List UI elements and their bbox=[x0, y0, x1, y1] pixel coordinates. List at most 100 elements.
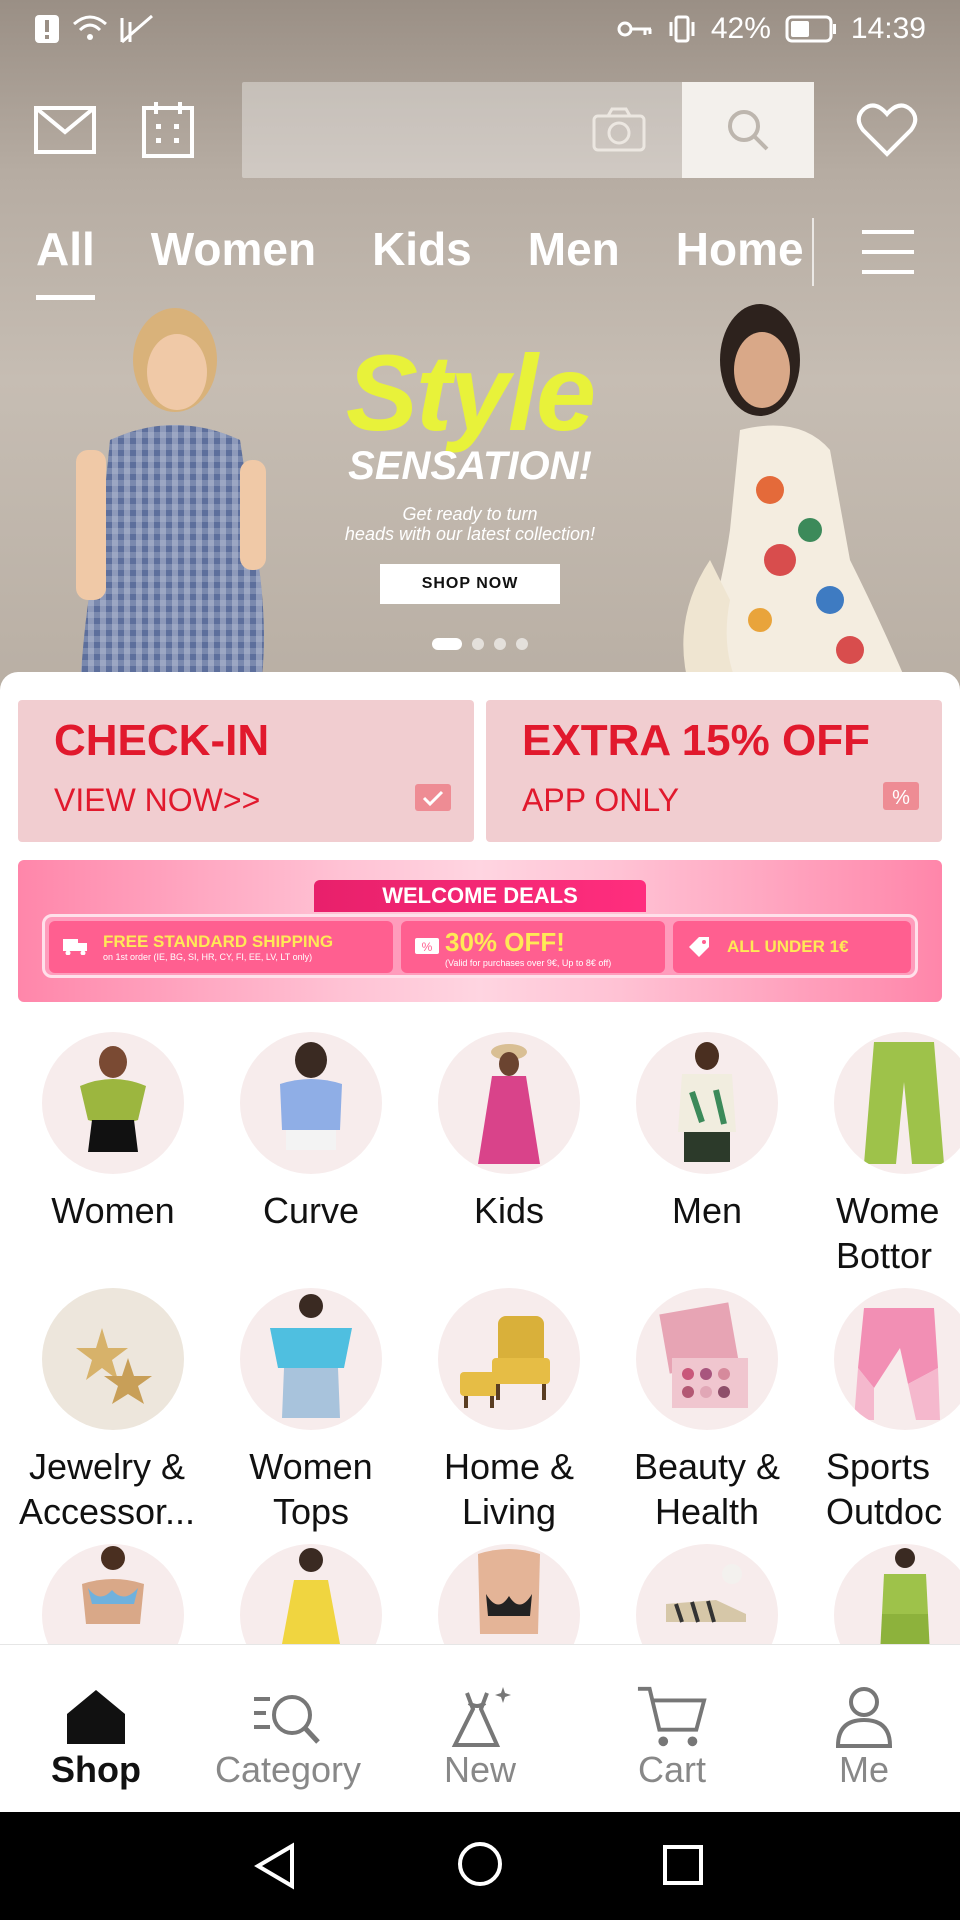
nav-label: Category bbox=[214, 1749, 362, 1790]
banner-model-right bbox=[683, 304, 910, 690]
nav-category[interactable]: Category bbox=[192, 1645, 384, 1813]
tab-home[interactable]: Home bbox=[676, 222, 806, 292]
category-label: Wome Bottor bbox=[836, 1190, 940, 1276]
camera-icon bbox=[592, 107, 646, 152]
category-image bbox=[636, 1544, 778, 1644]
category-image bbox=[42, 1288, 184, 1430]
clock: 14:39 bbox=[850, 12, 926, 45]
truck-icon bbox=[63, 939, 87, 955]
check-in-calendar-button[interactable] bbox=[142, 100, 194, 158]
category-image bbox=[438, 1288, 580, 1430]
category-image bbox=[240, 1544, 382, 1644]
messages-button[interactable] bbox=[34, 106, 96, 154]
check-in-card[interactable]: CHECK-IN VIEW NOW>> bbox=[18, 700, 474, 842]
wishlist-button[interactable] bbox=[856, 102, 918, 158]
nav-cart[interactable]: Cart bbox=[576, 1645, 768, 1813]
system-home-button[interactable] bbox=[456, 1840, 504, 1893]
system-navigation-bar bbox=[0, 1812, 960, 1920]
deal-note: on 1st order (IE, BG, SI, HR, CY, FI, EE… bbox=[103, 952, 313, 962]
category-image bbox=[240, 1032, 382, 1174]
back-triangle-icon bbox=[254, 1842, 294, 1890]
deal-title: FREE STANDARD SHIPPING bbox=[103, 932, 334, 951]
tab-women[interactable]: Women bbox=[151, 222, 316, 292]
welcome-deals-banner[interactable]: WELCOME DEALS FREE STANDARD SHIPPING on … bbox=[18, 860, 942, 1002]
calendar-check-icon bbox=[415, 784, 451, 811]
carousel-indicator bbox=[432, 638, 528, 650]
nav-shop[interactable]: Shop bbox=[0, 1645, 192, 1813]
category-image bbox=[636, 1288, 778, 1430]
bottom-navigation: Shop Category New Cart Me bbox=[0, 1644, 960, 1812]
cart-icon bbox=[637, 1686, 707, 1747]
welcome-deals-title: WELCOME DEALS bbox=[314, 880, 646, 912]
nav-label: New bbox=[443, 1749, 517, 1790]
system-back-button[interactable] bbox=[252, 1842, 296, 1895]
home-circle-icon bbox=[458, 1842, 502, 1886]
tabs-divider bbox=[812, 218, 814, 286]
banner-tagline-line-1: Get ready to turn bbox=[402, 504, 538, 524]
category-label: Kids bbox=[473, 1190, 545, 1231]
category-search-icon bbox=[254, 1695, 320, 1744]
nav-me[interactable]: Me bbox=[768, 1645, 960, 1813]
system-recents-button[interactable] bbox=[662, 1844, 704, 1891]
category-image bbox=[438, 1544, 580, 1644]
category-image bbox=[438, 1032, 580, 1174]
deal-title: 30% OFF! bbox=[445, 926, 565, 957]
banner-tagline: Get ready to turn heads with our latest … bbox=[300, 504, 640, 544]
tab-men[interactable]: Men bbox=[528, 222, 620, 292]
carousel-dot bbox=[472, 638, 484, 650]
welcome-deals-row: FREE STANDARD SHIPPING on 1st order (IE,… bbox=[42, 914, 918, 978]
carousel-dot bbox=[432, 638, 462, 650]
svg-text:%: % bbox=[892, 787, 910, 809]
category-label: Women Tops bbox=[249, 1446, 373, 1532]
category-image bbox=[42, 1544, 184, 1644]
category-image bbox=[42, 1032, 184, 1174]
tab-all[interactable]: All bbox=[36, 222, 95, 300]
vibrate-icon bbox=[669, 15, 695, 43]
signal-icon bbox=[120, 14, 153, 44]
home-content: CHECK-IN VIEW NOW>> EXTRA 15% OFF APP ON… bbox=[0, 672, 960, 1644]
extra-discount-title: EXTRA 15% OFF bbox=[522, 716, 870, 765]
percent-tag-icon: % bbox=[883, 782, 919, 810]
category-label: Jewelry & Accessor... bbox=[18, 1446, 196, 1532]
category-label: Beauty & Health bbox=[633, 1446, 781, 1532]
nav-label: Cart bbox=[637, 1749, 706, 1790]
hero-banner[interactable]: 42% 14:39 All Women Kids Men Home Style … bbox=[0, 0, 960, 690]
deal-30-off[interactable]: % 30% OFF! (Valid for purchases over 9€,… bbox=[401, 921, 665, 973]
image-search-button[interactable] bbox=[592, 106, 646, 157]
calendar-icon bbox=[142, 102, 194, 158]
category-label: Home & Living bbox=[443, 1446, 575, 1532]
nav-label: Me bbox=[838, 1749, 889, 1790]
mail-icon bbox=[34, 106, 96, 154]
nav-label: Shop bbox=[51, 1749, 141, 1790]
shop-now-button[interactable]: SHOP NOW bbox=[380, 564, 560, 604]
person-icon bbox=[835, 1687, 893, 1748]
menu-icon bbox=[862, 230, 914, 274]
nav-new[interactable]: New bbox=[384, 1645, 576, 1813]
search-bar[interactable] bbox=[242, 82, 814, 178]
extra-discount-card[interactable]: EXTRA 15% OFF APP ONLY % bbox=[486, 700, 942, 842]
deal-free-shipping[interactable]: FREE STANDARD SHIPPING on 1st order (IE,… bbox=[49, 921, 393, 973]
deal-title: ALL UNDER 1€ bbox=[727, 937, 849, 956]
all-channels-menu-button[interactable] bbox=[860, 228, 916, 281]
deal-note: (Valid for purchases over 9€, Up to 8€ o… bbox=[445, 957, 612, 968]
category-label: Women bbox=[51, 1190, 175, 1231]
recents-square-icon bbox=[663, 1845, 703, 1885]
search-button[interactable] bbox=[682, 82, 814, 178]
search-icon bbox=[728, 110, 769, 151]
price-tag-icon bbox=[689, 937, 709, 957]
category-label: Curve bbox=[262, 1190, 360, 1231]
dress-sparkle-icon bbox=[451, 1687, 511, 1747]
deal-under-1[interactable]: ALL UNDER 1€ bbox=[673, 921, 911, 973]
heart-icon bbox=[856, 103, 918, 157]
battery-icon bbox=[785, 15, 836, 43]
category-image bbox=[834, 1544, 960, 1644]
carousel-dot bbox=[516, 638, 528, 650]
category-label: Sports Outdoc bbox=[826, 1446, 943, 1532]
banner-model-left bbox=[76, 308, 266, 690]
status-bar: 42% 14:39 bbox=[0, 0, 960, 66]
banner-tagline-line-2: heads with our latest collection! bbox=[344, 524, 596, 544]
carousel-dot bbox=[494, 638, 506, 650]
wifi-icon bbox=[73, 15, 107, 40]
category-image bbox=[636, 1032, 778, 1174]
tab-kids[interactable]: Kids bbox=[372, 222, 472, 292]
